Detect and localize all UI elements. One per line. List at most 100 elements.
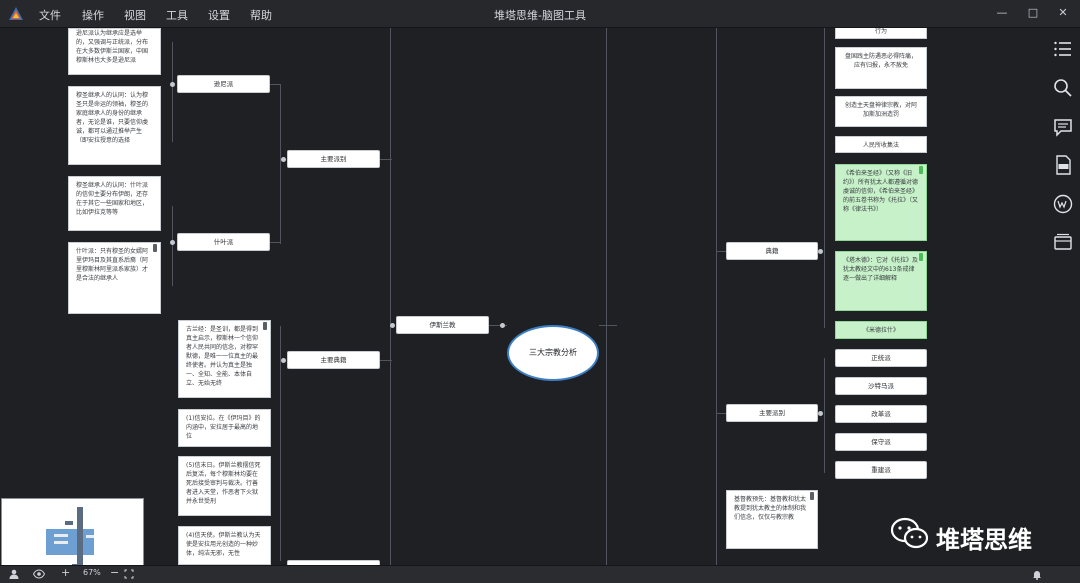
- right-toolbar: [1045, 28, 1080, 565]
- node-reform[interactable]: 改革派: [835, 405, 927, 423]
- note-mishnah[interactable]: 《米德拉什》: [835, 321, 927, 339]
- central-topic[interactable]: 三大宗教分析: [507, 325, 599, 381]
- note-text: 穆圣继承人的认同：认为穆圣只是命运的领袖，穆圣的家庭继承人的身份的继承者，无论是…: [76, 92, 149, 144]
- watermark: 堆塔思维: [890, 512, 1060, 558]
- menu-file[interactable]: 文件: [39, 7, 61, 23]
- note-flag-icon: [153, 244, 157, 252]
- note-text: 逊尼派认为继承应是选举的，又强调与正统派，分布在大多数伊斯兰国家，中国穆斯林也大…: [76, 30, 149, 64]
- node-reconstruction[interactable]: 重建派: [835, 461, 927, 479]
- node-shia[interactable]: 什叶派: [177, 233, 270, 251]
- card-view-icon[interactable]: [1052, 231, 1074, 253]
- connector: [390, 158, 391, 565]
- menu-view[interactable]: 视图: [124, 7, 146, 23]
- note-faith-1[interactable]: (1)信安拉。在《伊玛目》的内涵中，安拉居于最高的地位: [178, 409, 271, 447]
- note-act[interactable]: 行为: [835, 28, 927, 39]
- note-text: (1)信安拉。在《伊玛目》的内涵中，安拉居于最高的地位: [186, 415, 261, 440]
- window-title: 堆塔思维-脑图工具: [494, 9, 586, 22]
- note-text: (5)信末日。伊斯兰教摆信死后复活，每个穆斯林均要在死后接受审判与裁决。行善者进…: [186, 462, 261, 505]
- mindmap-canvas[interactable]: 逊尼派认为继承应是选举的，又强调与正统派，分布在大多数伊斯兰国家，中国穆斯林也大…: [0, 28, 1045, 565]
- note-text: 穆圣继承人的认同：什叶派的信仰主要分布伊朗，还存在于其它一些国家和地区，比如伊拉…: [76, 182, 149, 216]
- note-text: 《米德拉什》: [862, 327, 899, 334]
- connector: [716, 28, 717, 565]
- node-conservative[interactable]: 保守派: [835, 433, 927, 451]
- expand-dot[interactable]: [818, 411, 823, 416]
- note-shia-doctrine[interactable]: 什叶派：只有穆圣的女婿阿里伊玛目及其直系后裔（阿里穆斯林阿里派系家族）才是合法的…: [68, 242, 161, 314]
- note-text: 《希伯来圣经》（又称《旧约》）所有犹太人都遵循对德虔诚的信仰，《希伯来圣经》的前…: [843, 170, 919, 213]
- expand-dot[interactable]: [818, 249, 823, 254]
- maximize-button[interactable]: □: [1023, 4, 1043, 22]
- node-sunni[interactable]: 逊尼派: [177, 75, 270, 93]
- note-text: 人民所收集法: [862, 142, 899, 149]
- minimap[interactable]: [1, 498, 144, 565]
- pdf-export-icon[interactable]: [1052, 154, 1074, 176]
- comment-icon[interactable]: [1052, 116, 1074, 138]
- note-text: 什叶派：只有穆圣的女婿阿里伊玛目及其直系后裔（阿里穆斯林阿里派系家族）才是合法的…: [76, 248, 149, 282]
- note-faith-5[interactable]: (5)信末日。伊斯兰教摆信死后复活，每个穆斯林均要在死后接受审判与裁决。行善者进…: [178, 456, 271, 516]
- note-flag-icon: [919, 166, 923, 174]
- zoom-out-button[interactable]: −: [110, 566, 119, 579]
- fit-screen-icon[interactable]: [124, 569, 134, 579]
- close-button[interactable]: ✕: [1053, 4, 1073, 22]
- menu-settings[interactable]: 设置: [208, 7, 230, 23]
- expand-dot[interactable]: [170, 240, 175, 245]
- note-flag-icon: [919, 253, 923, 261]
- expand-dot[interactable]: [281, 358, 286, 363]
- minimap-preview: [46, 507, 94, 565]
- note-create[interactable]: 创造主天盘神律宗教，对阿加斯加洲造罚: [835, 96, 927, 127]
- menu-help[interactable]: 帮助: [250, 7, 272, 23]
- node-hasidic[interactable]: 沙特马派: [835, 377, 927, 395]
- connector: [824, 358, 825, 473]
- note-people-write[interactable]: 人民所收集法: [835, 136, 927, 153]
- watermark-text: 堆塔思维: [936, 526, 1032, 554]
- expand-dot[interactable]: [390, 323, 395, 328]
- note-text: 古兰经：是圣训，都是得到真主启示，穆斯林一个信仰者人民共同的信念，对穆罕默德，是…: [186, 326, 259, 387]
- connector: [280, 84, 281, 244]
- menu-tools[interactable]: 工具: [166, 7, 188, 23]
- zoom-in-button[interactable]: +: [61, 566, 70, 579]
- minimize-button[interactable]: —: [992, 4, 1012, 22]
- note-sunni-succession[interactable]: 穆圣继承人的认同：认为穆圣只是命运的领袖，穆圣的家庭继承人的身份的继承者，无论是…: [68, 86, 161, 165]
- connector: [380, 360, 392, 361]
- note-faith-4[interactable]: (4)信天使。伊斯兰教认为天使是安拉用光创造的一种妙体，纯洁无邪，无性: [178, 526, 271, 565]
- search-icon[interactable]: [1052, 77, 1074, 99]
- note-text: 基督教预先：基督教和犹太教提到犹太教主的体制和我们信念，仅仅与教宗教: [734, 496, 807, 521]
- note-text: (4)信天使。伊斯兰教认为天使是安拉用光创造的一种妙体，纯洁无邪，无性: [186, 532, 261, 557]
- zoom-level: 67%: [83, 568, 101, 577]
- notification-bell-icon[interactable]: [1032, 569, 1042, 580]
- note-talmud[interactable]: 《塔木德》：它对《托拉》及犹太教经文中的613条戒律逐一做出了详细解释: [835, 251, 927, 311]
- note-text: 《塔木德》：它对《托拉》及犹太教经文中的613条戒律逐一做出了详细解释: [843, 257, 919, 282]
- title-bar: 文件 操作 视图 工具 设置 帮助 堆塔思维-脑图工具 — □ ✕: [0, 0, 1080, 28]
- node-islam[interactable]: 伊斯兰教: [396, 316, 489, 334]
- wechat-icon: [890, 517, 929, 549]
- connector: [380, 159, 392, 160]
- eye-icon[interactable]: [33, 569, 45, 579]
- node-classics-right[interactable]: 典籍: [726, 242, 818, 260]
- outline-list-icon[interactable]: [1052, 38, 1074, 60]
- connector: [270, 84, 280, 85]
- expand-dot[interactable]: [281, 157, 286, 162]
- note-flag-icon: [263, 322, 267, 330]
- guide-line: [606, 28, 607, 565]
- menu-operate[interactable]: 操作: [82, 7, 104, 23]
- note-shia-succession[interactable]: 穆圣继承人的认同：什叶派的信仰主要分布伊朗，还存在于其它一些国家和地区，比如伊拉…: [68, 176, 161, 231]
- note-hebrew-bible[interactable]: 《希伯来圣经》（又称《旧约》）所有犹太人都遵循对德虔诚的信仰，《希伯来圣经》的前…: [835, 164, 927, 241]
- note-quran[interactable]: 古兰经：是圣训，都是得到真主启示，穆斯林一个信仰者人民共同的信念，对穆罕默德，是…: [178, 320, 271, 398]
- web-share-icon[interactable]: [1052, 193, 1074, 215]
- note-flag-icon: [810, 492, 814, 500]
- status-bar: + 67% −: [0, 565, 1080, 583]
- note-text: 盘国践主防遇恶必得阵痛，应有归报，永不赦免: [844, 53, 917, 69]
- expand-dot[interactable]: [170, 82, 175, 87]
- node-main-schools-right[interactable]: 主要派别: [726, 404, 818, 422]
- note-text: 创造主天盘神律宗教，对阿加斯加洲造罚: [844, 102, 917, 118]
- user-icon[interactable]: [9, 569, 19, 579]
- note-sadducee[interactable]: 基督教预先：基督教和犹太教提到犹太教主的体制和我们信念，仅仅与教宗教: [726, 490, 818, 549]
- app-logo-icon: [9, 7, 23, 20]
- connector: [172, 42, 173, 142]
- note-punish[interactable]: 盘国践主防遇恶必得阵痛，应有归报，永不赦免: [835, 47, 927, 89]
- node-main-classics-left[interactable]: 主要典籍: [287, 351, 380, 369]
- connector: [270, 242, 280, 243]
- node-main-schools-left[interactable]: 主要派别: [287, 150, 380, 168]
- note-sunni-top[interactable]: 逊尼派认为继承应是选举的，又强调与正统派，分布在大多数伊斯兰国家，中国穆斯林也大…: [68, 28, 161, 75]
- node-orthodox[interactable]: 正统派: [835, 349, 927, 367]
- expand-dot[interactable]: [500, 323, 505, 328]
